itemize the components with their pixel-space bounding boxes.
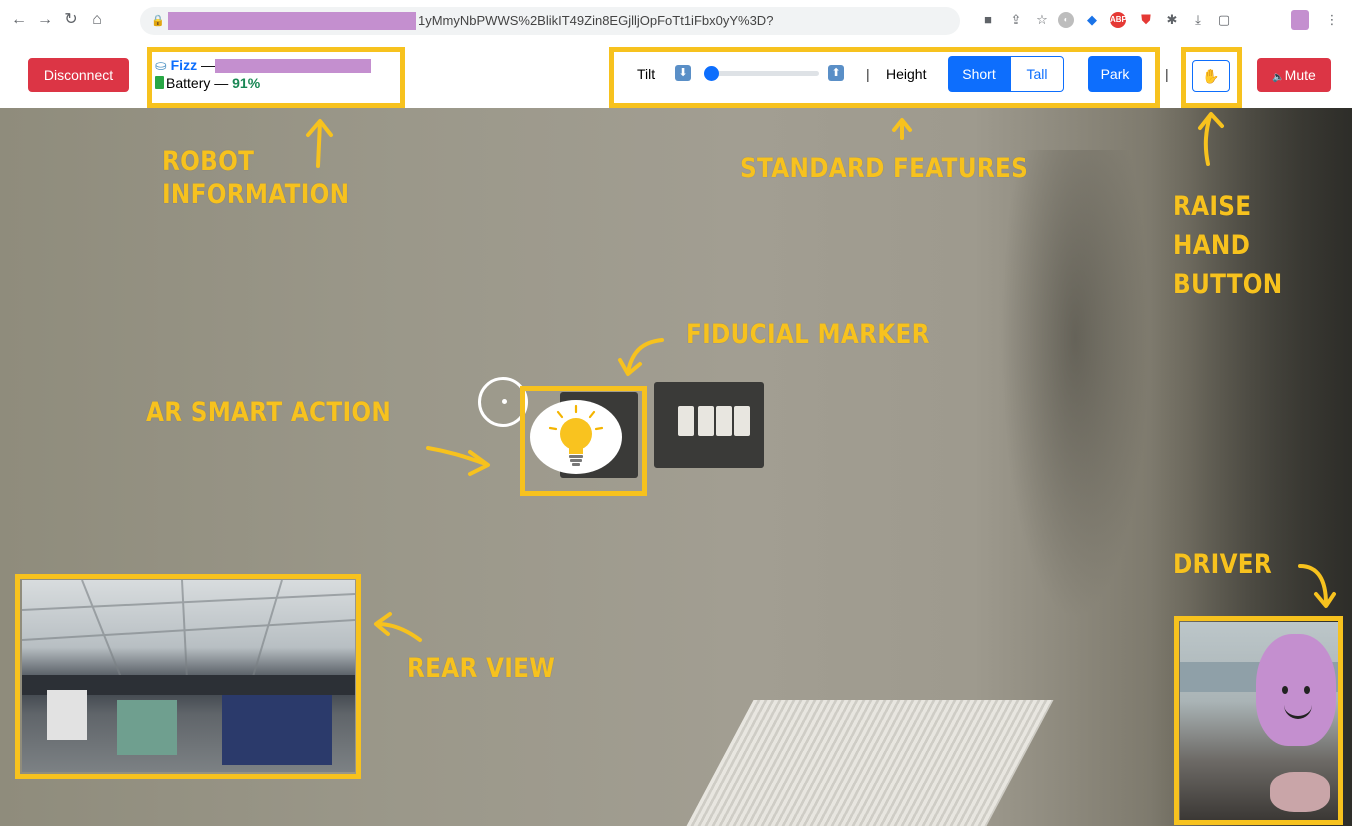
annotation-line: INFORMATION bbox=[162, 179, 350, 210]
highlight-robot-info bbox=[147, 47, 405, 108]
mute-label: Mute bbox=[1284, 67, 1316, 83]
highlight-rear-view bbox=[15, 574, 361, 779]
highlight-driver bbox=[1174, 616, 1343, 825]
annotation-driver: DRIVER bbox=[1173, 549, 1273, 580]
separator-2: | bbox=[1165, 66, 1169, 82]
profile-avatar-redaction[interactable] bbox=[1291, 10, 1309, 30]
url-redaction bbox=[168, 12, 416, 30]
puzzle-icon[interactable]: ✱ bbox=[1162, 10, 1182, 30]
extension-blue-icon[interactable]: ◆ bbox=[1082, 10, 1102, 30]
annotation-line: ROBOT bbox=[162, 146, 255, 177]
annotation-standard-features: STANDARD FEATURES bbox=[740, 153, 1029, 184]
mute-button[interactable]: 🔈Mute bbox=[1257, 58, 1331, 92]
star-icon[interactable]: ☆ bbox=[1032, 10, 1052, 30]
annotation-fiducial-marker: FIDUCIAL MARKER bbox=[686, 319, 930, 350]
annotation-line: BUTTON bbox=[1173, 269, 1283, 300]
highlight-standard-features bbox=[609, 47, 1160, 108]
speaker-icon: 🔈 bbox=[1272, 72, 1285, 83]
adblock-icon[interactable]: ABP bbox=[1110, 12, 1127, 28]
download-icon[interactable]: ⤓ bbox=[1188, 10, 1208, 30]
address-bar[interactable]: 🔒 1yMmyNbPWWS%2BlikIT49Zin8EGjlljOpFoTt1… bbox=[140, 7, 960, 35]
shield-icon[interactable]: ⛊ bbox=[1136, 10, 1156, 30]
back-icon[interactable]: ← bbox=[8, 9, 30, 31]
switch-rocker bbox=[734, 406, 750, 436]
highlight-fiducial-marker bbox=[520, 386, 647, 496]
menu-icon[interactable]: ⋮ bbox=[1322, 10, 1342, 30]
shadow-figure bbox=[1000, 150, 1150, 620]
browser-chrome: ← → ↻ ⌂ 🔒 1yMmyNbPWWS%2BlikIT49Zin8EGjll… bbox=[0, 0, 1352, 43]
switch-rocker bbox=[716, 406, 732, 436]
lock-icon: 🔒 bbox=[151, 15, 165, 27]
disconnect-button[interactable]: Disconnect bbox=[28, 58, 129, 92]
annotation-robot-information: ROBOT INFORMATION bbox=[162, 145, 349, 211]
click-target-dot bbox=[502, 399, 507, 404]
annotation-ar-smart-action: AR SMART ACTION bbox=[146, 397, 392, 428]
share-icon[interactable]: ⇪ bbox=[1006, 10, 1026, 30]
extension-grey-icon[interactable]: ◐ bbox=[1058, 12, 1074, 28]
home-icon[interactable]: ⌂ bbox=[86, 9, 108, 31]
sidepanel-icon[interactable]: ▢ bbox=[1214, 10, 1234, 30]
forward-icon[interactable]: → bbox=[34, 9, 56, 31]
annotation-line: RAISE bbox=[1173, 191, 1252, 222]
url-text: 1yMmyNbPWWS%2BlikIT49Zin8EGjlljOpFoTt1iF… bbox=[418, 13, 774, 28]
annotation-rear-view: REAR VIEW bbox=[407, 653, 556, 684]
light-switch-panel bbox=[654, 382, 764, 468]
switch-rocker bbox=[678, 406, 694, 436]
annotation-line: HAND bbox=[1173, 230, 1251, 261]
annotation-raise-hand-button: RAISE HAND BUTTON bbox=[1173, 187, 1282, 304]
camera-icon[interactable]: ■ bbox=[978, 10, 998, 30]
highlight-raise-hand bbox=[1181, 47, 1242, 108]
reload-icon[interactable]: ↻ bbox=[60, 9, 82, 31]
switch-rocker bbox=[698, 406, 714, 436]
